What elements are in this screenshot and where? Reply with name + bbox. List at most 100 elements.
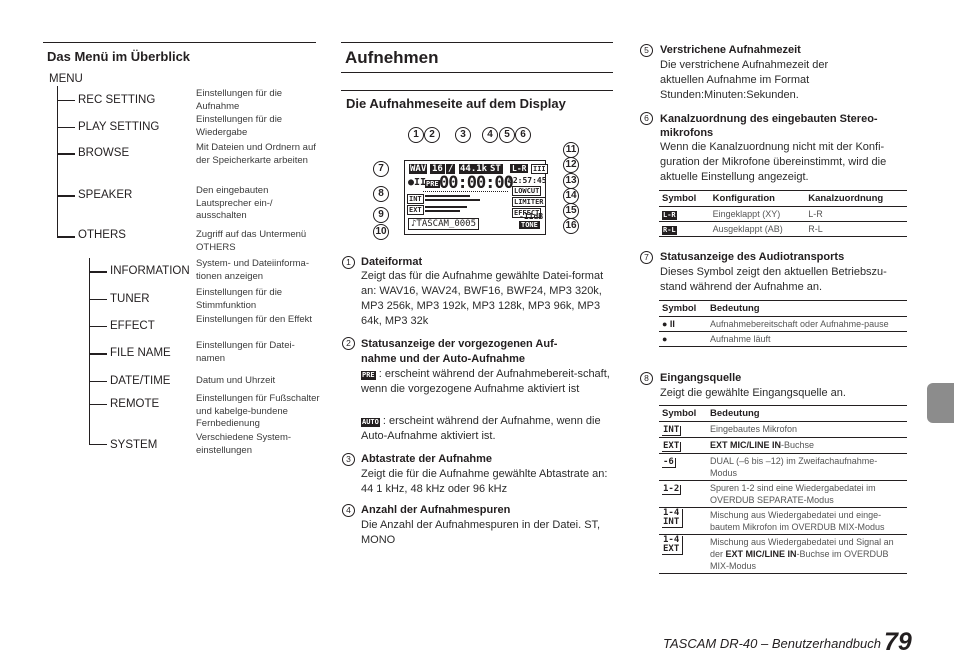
lcd-int: INT bbox=[407, 194, 424, 204]
footer-text: TASCAM DR-40 – Benutzerhandbuch bbox=[663, 636, 881, 651]
table-row: L-R Eingeklappt (XY) L-R bbox=[659, 206, 907, 222]
ext-symbol: EXT bbox=[662, 441, 682, 452]
lcd-remaining: 02:57:45 bbox=[508, 176, 547, 185]
page-number: 79 bbox=[884, 628, 912, 656]
auto-symbol: AUTO bbox=[361, 418, 380, 427]
callout-7: 7 bbox=[373, 161, 389, 177]
lcd-transport: ●II bbox=[408, 177, 427, 188]
table-row: ● II Aufnahmebereitschaft oder Aufnahme-… bbox=[659, 316, 907, 332]
rl-symbol: R-L bbox=[662, 226, 677, 235]
input-source-table: Symbol Bedeutung INT Eingebautes Mikrofo… bbox=[659, 405, 907, 574]
callout-8: 8 bbox=[373, 186, 389, 202]
submenu-item-desc: System- und Dateiinforma-tionen anzeigen bbox=[196, 258, 309, 282]
item-title: Statusanzeige der vorgezogenen Auf-nahme… bbox=[361, 338, 558, 365]
callout-5: 5 bbox=[499, 127, 515, 143]
callout-12: 12 bbox=[563, 157, 579, 173]
item-body: Zeigt die für die Aufnahme gewählte Abta… bbox=[361, 468, 608, 495]
item-number: 7 bbox=[640, 251, 653, 264]
submenu-item-desc: Einstellungen für die Stimmfunktion bbox=[196, 287, 283, 311]
chapter-tab bbox=[927, 383, 954, 423]
callout-3: 3 bbox=[455, 127, 471, 143]
submenu-item-desc: Verschiedene System-einstellungen bbox=[196, 432, 292, 456]
table-row: EXT EXT MIC/LINE IN-Buchse bbox=[659, 437, 907, 454]
pre-symbol: PRE bbox=[361, 371, 376, 380]
lcd-filename: ♪TASCAM_0005 bbox=[408, 218, 480, 230]
callout-10: 10 bbox=[373, 224, 389, 240]
lcd-lowcut: LOWCUT bbox=[512, 186, 542, 196]
callout-1: 1 bbox=[408, 127, 424, 143]
menu-heading: Das Menü im Überblick bbox=[47, 49, 191, 64]
table-row: 1-4 EXT Mischung aus Wiedergabedatei und… bbox=[659, 534, 907, 574]
menu-item-desc: Den eingebauten Lautsprecher ein-/ aussc… bbox=[196, 185, 273, 221]
title-rule bbox=[341, 72, 613, 73]
lcd-pre: PRE bbox=[425, 180, 440, 188]
lcd-level: -11dB bbox=[519, 212, 544, 221]
submenu-item-desc: Einstellungen für den Effekt bbox=[196, 314, 313, 325]
callout-16: 16 bbox=[563, 218, 579, 234]
item-body: Die verstrichene Aufnahmezeit der aktuel… bbox=[660, 59, 829, 101]
lcd-screen: WAV 16 / 44.1k ST L-R III ●II PRE 00:00:… bbox=[404, 160, 548, 235]
submenu-item-desc: Datum und Uhrzeit bbox=[196, 375, 276, 386]
submenu-item-remote: REMOTE bbox=[110, 398, 160, 410]
item-title: Dateiformat bbox=[361, 256, 423, 268]
page-title: Aufnehmen bbox=[345, 48, 439, 67]
item-number: 2 bbox=[342, 337, 355, 350]
table-row: 1-2 Spuren 1-2 sind eine Wiedergabedatei… bbox=[659, 480, 907, 508]
section-rule bbox=[43, 42, 316, 43]
item-number: 3 bbox=[342, 453, 355, 466]
menu-item-desc: Einstellungen für die Aufnahme bbox=[196, 88, 283, 112]
callout-6: 6 bbox=[515, 127, 531, 143]
menu-item-browse: BROWSE bbox=[78, 147, 130, 159]
lcd-limiter: LIMITER bbox=[512, 197, 546, 207]
item-body: Die Anzahl der Aufnahmespuren in der Dat… bbox=[361, 519, 601, 546]
item-title: Verstrichene Aufnahmezeit bbox=[660, 44, 801, 56]
table-row: 1-4 INT Mischung aus Wiedergabedatei und… bbox=[659, 507, 907, 535]
table-row: R-L Ausgeklappt (AB) R-L bbox=[659, 221, 907, 237]
int-symbol: INT bbox=[662, 425, 682, 436]
menu-item-rec-setting: REC SETTING bbox=[78, 94, 156, 106]
menu-item-others: OTHERS bbox=[78, 229, 126, 241]
callout-14: 14 bbox=[563, 188, 579, 204]
overdub-mix-ext-symbol: 1-4 EXT bbox=[662, 536, 683, 555]
callout-15: 15 bbox=[563, 203, 579, 219]
callout-13: 13 bbox=[563, 173, 579, 189]
table-row: INT Eingebautes Mikrofon bbox=[659, 421, 907, 438]
lcd-format: WAV bbox=[409, 164, 428, 174]
lr-symbol: L-R bbox=[662, 211, 677, 220]
meter-bar bbox=[425, 206, 467, 208]
item-number: 5 bbox=[640, 44, 653, 57]
submenu-item-tuner: TUNER bbox=[110, 293, 150, 305]
menu-item-desc: Mit Dateien und Ordnern auf der Speicher… bbox=[196, 142, 316, 166]
item-body: Zeigt das für die Aufnahme gewählte Date… bbox=[361, 270, 604, 327]
record-pause-icon: ● II bbox=[659, 316, 707, 332]
item-body: Dieses Symbol zeigt den aktuellen Betrie… bbox=[660, 266, 887, 293]
callout-11: 11 bbox=[563, 142, 579, 158]
callout-2: 2 bbox=[424, 127, 440, 143]
table-row: ● Aufnahme läuft bbox=[659, 331, 907, 347]
subtitle-rule bbox=[341, 90, 613, 91]
overdub-separate-symbol: 1-2 bbox=[662, 484, 682, 495]
submenu-item-information: INFORMATION bbox=[110, 265, 190, 277]
lcd-ext: EXT bbox=[407, 205, 424, 215]
transport-table: Symbol Bedeutung ● II Aufnahmebereitscha… bbox=[659, 300, 907, 347]
item-title: Abtastrate der Aufnahme bbox=[361, 453, 493, 465]
overdub-mix-int-symbol: 1-4 INT bbox=[662, 509, 683, 528]
submenu-item-effect: EFFECT bbox=[110, 320, 155, 332]
item-number: 6 bbox=[640, 112, 653, 125]
item-body: Zeigt die gewählte Eingangsquelle an. bbox=[660, 387, 846, 399]
lcd-elapsed: 00:00:00 bbox=[439, 173, 514, 193]
lcd-tone: TONE bbox=[519, 221, 540, 229]
mic-mapping-table: Symbol Konfiguration Kanalzuordnung L-R … bbox=[659, 190, 907, 237]
item-title: Anzahl der Aufnahmespuren bbox=[361, 504, 511, 516]
menu-item-desc: Einstellungen für die Wiedergabe bbox=[196, 114, 283, 138]
menu-item-play-setting: PLAY SETTING bbox=[78, 121, 160, 133]
menu-item-speaker: SPEAKER bbox=[78, 189, 133, 201]
lcd-mic: L-R bbox=[510, 164, 529, 173]
submenu-item-file-name: FILE NAME bbox=[110, 347, 171, 359]
item-title: Eingangsquelle bbox=[660, 372, 742, 384]
item-title: Statusanzeige des Audiotransports bbox=[660, 251, 845, 263]
submenu-item-desc: Einstellungen für Datei-namen bbox=[196, 340, 295, 364]
meter-bar bbox=[425, 210, 460, 212]
menu-root: MENU bbox=[49, 73, 83, 85]
submenu-item-desc: Einstellungen für Fußschalter und kabelg… bbox=[196, 393, 320, 429]
